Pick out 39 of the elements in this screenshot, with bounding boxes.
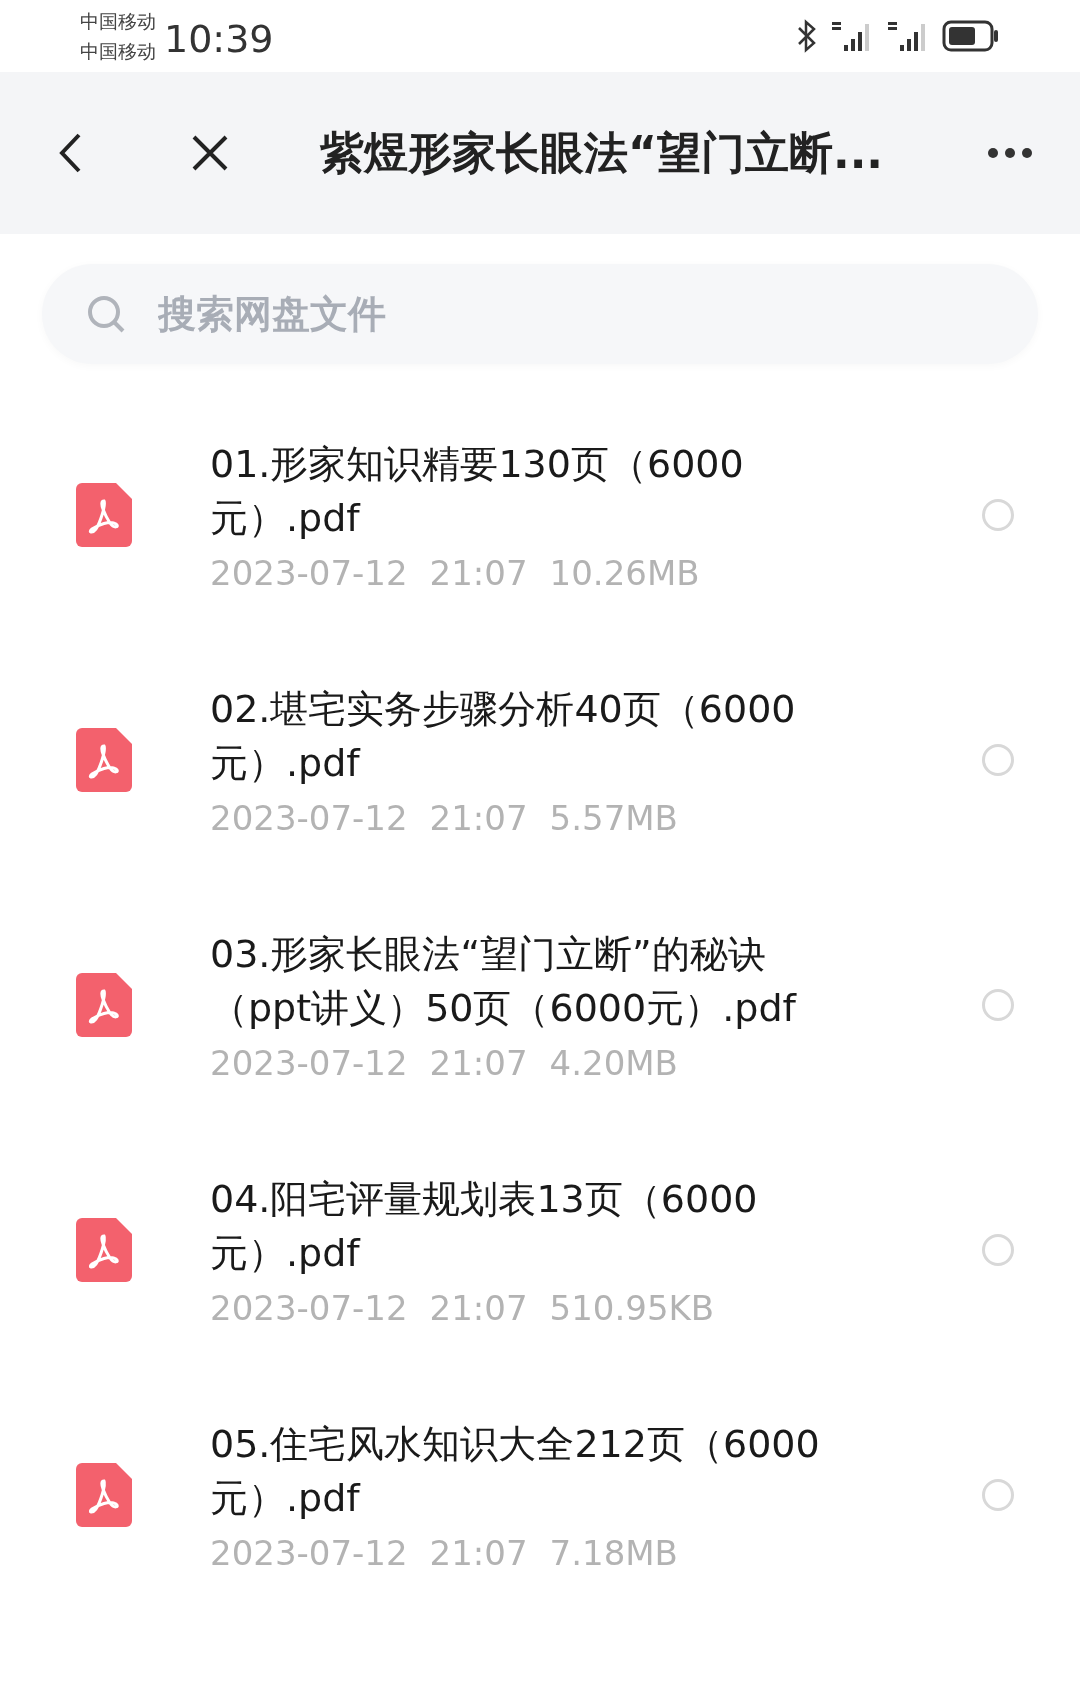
file-size: 10.26MB — [549, 552, 700, 593]
carrier-name: 中国移动 — [80, 39, 156, 64]
file-size: 4.20MB — [549, 1042, 678, 1083]
file-name[interactable]: 04.阳宅评量规划表13页（6000元）.pdf — [210, 1171, 850, 1280]
file-date: 2023-07-12 — [210, 1042, 408, 1083]
select-radio[interactable] — [982, 498, 1014, 531]
pdf-file-icon — [76, 482, 132, 547]
back-icon — [57, 132, 83, 174]
file-date: 2023-07-12 — [210, 1287, 408, 1328]
carrier-name: 中国移动 — [80, 9, 156, 34]
file-size: 510.95KB — [549, 1287, 715, 1328]
more-icon — [987, 147, 1033, 159]
pdf-file-icon — [76, 727, 132, 792]
bluetooth-icon — [796, 19, 818, 53]
file-size: 7.18MB — [549, 1532, 678, 1573]
file-name[interactable]: 05.住宅风水知识大全212页（6000元）.pdf — [210, 1416, 850, 1525]
battery-icon — [942, 20, 1000, 52]
pdf-file-icon — [76, 1462, 132, 1527]
file-time: 21:07 — [429, 1287, 528, 1328]
file-name[interactable]: 01.形家知识精要130页（6000元）.pdf — [210, 436, 850, 545]
file-time: 21:07 — [429, 1532, 528, 1573]
file-time: 21:07 — [429, 552, 528, 593]
clock: 10:39 — [164, 17, 274, 61]
file-time: 21:07 — [429, 1042, 528, 1083]
close-icon — [191, 134, 229, 172]
file-date: 2023-07-12 — [210, 1532, 408, 1573]
file-name[interactable]: 02.堪宅实务步骤分析40页（6000元）.pdf — [210, 681, 850, 790]
select-radio[interactable] — [982, 743, 1014, 776]
select-radio[interactable] — [982, 988, 1014, 1021]
file-date: 2023-07-12 — [210, 797, 408, 838]
file-date: 2023-07-12 — [210, 552, 408, 593]
page-title: 紫煜形家长眼法“望门立断... — [320, 125, 884, 180]
file-size: 5.57MB — [549, 797, 678, 838]
file-time: 21:07 — [429, 797, 528, 838]
pdf-file-icon — [76, 972, 132, 1037]
select-radio[interactable] — [982, 1233, 1014, 1266]
pdf-file-icon — [76, 1217, 132, 1282]
select-radio[interactable] — [982, 1478, 1014, 1511]
file-name[interactable]: 03.形家长眼法“望门立断”的秘诀（ppt讲义）50页（6000元）.pdf — [210, 926, 850, 1035]
